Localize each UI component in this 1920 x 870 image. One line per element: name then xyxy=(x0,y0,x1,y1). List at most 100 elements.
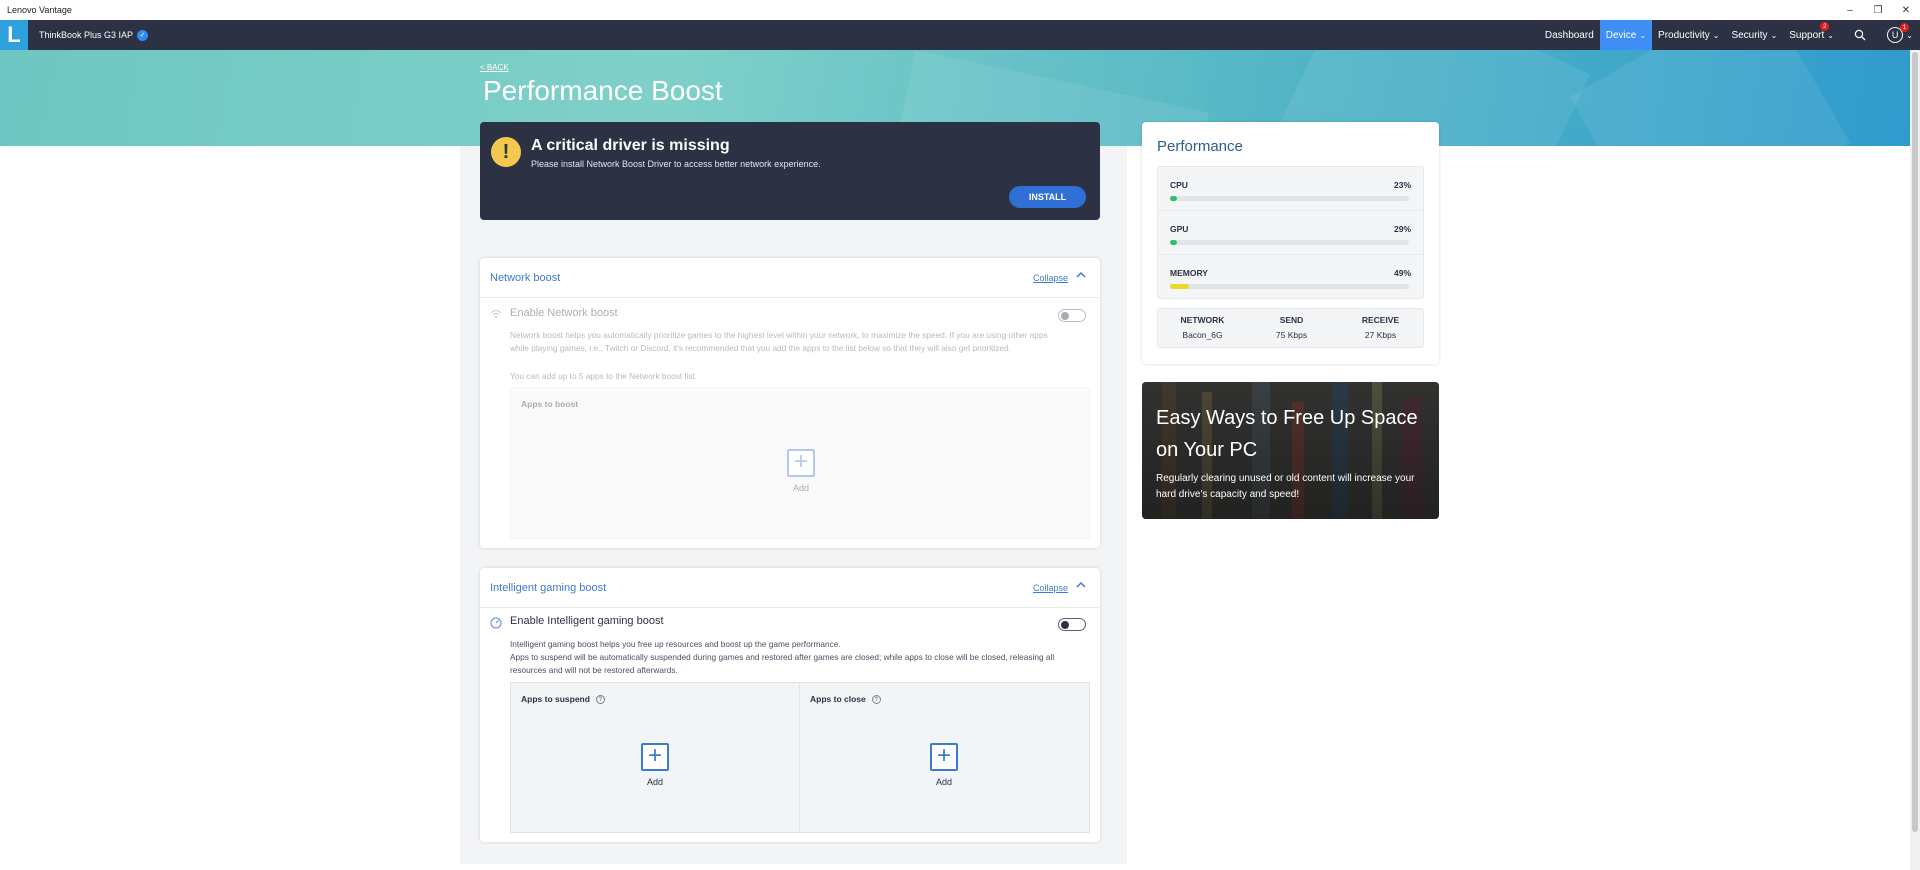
gaming-boost-header: Intelligent gaming boost Collapse xyxy=(480,568,1100,608)
help-icon[interactable]: ? xyxy=(595,695,605,705)
apps-to-close-label: Apps to close? xyxy=(810,694,881,705)
close-icon[interactable]: ✕ xyxy=(1892,0,1920,20)
page-title: Performance Boost xyxy=(483,75,723,106)
apps-to-suspend-label: Apps to suspend? xyxy=(521,694,605,705)
user-badge: 1 xyxy=(1900,23,1909,32)
window-title: Lenovo Vantage xyxy=(7,5,72,15)
critical-description: Please install Network Boost Driver to a… xyxy=(531,159,821,169)
network-boost-toggle[interactable] xyxy=(1058,309,1086,322)
device-name: ThinkBook Plus G3 IAP ✓ xyxy=(39,20,149,50)
chevron-down-icon: ⌄ xyxy=(1712,30,1720,40)
chevron-down-icon: ⌄ xyxy=(1770,30,1778,40)
apps-to-suspend-text: Apps to suspend xyxy=(521,694,590,704)
lenovo-logo[interactable]: L xyxy=(0,20,28,50)
gaming-boost-card: Intelligent gaming boost Collapse Enable… xyxy=(480,568,1100,842)
send-value: 75 Kbps xyxy=(1275,330,1308,340)
nav-item-security[interactable]: Security ⌄ xyxy=(1725,20,1783,50)
network-stats: NETWORK Bacon_6G SEND 75 Kbps RECEIVE 27… xyxy=(1157,308,1424,348)
critical-driver-banner: ! A critical driver is missing Please in… xyxy=(480,122,1100,220)
chevron-down-icon: ⌄ xyxy=(1827,30,1834,40)
receive-value: 27 Kbps xyxy=(1364,330,1397,340)
chevron-down-icon: ⌄ xyxy=(1906,30,1913,40)
network-boost-limit-note: You can add up to 5 apps to the Network … xyxy=(510,371,697,381)
wifi-icon xyxy=(490,309,502,322)
nav-item-device[interactable]: Device ⌄ xyxy=(1599,20,1653,50)
metric-gpu: GPU 29% xyxy=(1158,211,1423,255)
gaming-boost-description: Intelligent gaming boost helps you free … xyxy=(510,639,841,649)
gpu-usage-bar xyxy=(1170,240,1178,245)
cpu-usage-bar xyxy=(1170,196,1178,201)
gaming-boost-description-detail: Apps to suspend will be automatically su… xyxy=(510,652,1055,675)
add-label: Add xyxy=(646,777,663,787)
collapse-link[interactable]: Collapse xyxy=(1033,583,1068,593)
nav-menu: Dashboard Device ⌄ Productivity ⌄ Securi… xyxy=(1539,20,1920,50)
gaming-boost-title: Intelligent gaming boost xyxy=(490,582,607,594)
device-name-label: ThinkBook Plus G3 IAP xyxy=(39,30,134,40)
apps-to-close-text: Apps to close xyxy=(810,694,866,704)
network-heading: NETWORK xyxy=(1180,315,1225,325)
window-controls: – ❐ ✕ xyxy=(1836,0,1920,20)
nav-item-label: Security xyxy=(1731,29,1768,41)
user-menu[interactable]: U 1 ⌄ xyxy=(1880,20,1920,50)
performance-metrics: CPU 23% GPU 29% MEMORY 49% xyxy=(1157,166,1424,299)
network-receive-column: RECEIVE 27 Kbps xyxy=(1336,315,1425,340)
nav-item-label: Dashboard xyxy=(1544,29,1594,41)
add-label: Add xyxy=(935,777,952,787)
chevron-up-icon[interactable] xyxy=(1076,581,1086,592)
network-boost-header: Network boost Collapse xyxy=(480,258,1100,298)
nav-item-label: Support xyxy=(1789,29,1825,41)
scrollbar-thumb[interactable] xyxy=(1912,52,1918,832)
back-link[interactable]: < BACK xyxy=(480,63,509,72)
window-titlebar: Lenovo Vantage – ❐ ✕ xyxy=(0,0,1920,20)
add-close-app-button[interactable]: + xyxy=(930,743,958,771)
critical-title: A critical driver is missing xyxy=(531,137,730,154)
help-icon[interactable]: ? xyxy=(871,695,881,705)
metric-label: CPU xyxy=(1170,180,1188,190)
metric-value: 23% xyxy=(1393,180,1411,190)
network-boost-title: Network boost xyxy=(490,272,561,284)
network-send-column: SEND 75 Kbps xyxy=(1247,315,1336,340)
network-value: Bacon_6G xyxy=(1182,330,1223,340)
nav-item-dashboard[interactable]: Dashboard xyxy=(1539,20,1600,50)
chevron-down-icon: ⌄ xyxy=(1639,30,1647,40)
nav-item-label: Productivity xyxy=(1658,29,1710,41)
gaming-boost-feature-title: Enable Intelligent gaming boost xyxy=(510,615,664,627)
page-scrollbar[interactable] xyxy=(1910,50,1920,870)
memory-usage-bar xyxy=(1170,284,1190,289)
apps-to-boost-label: Apps to boost xyxy=(521,399,579,409)
metric-memory: MEMORY 49% xyxy=(1158,255,1423,299)
send-heading: SEND xyxy=(1279,315,1304,325)
nav-item-label: Device xyxy=(1605,29,1637,41)
network-boost-card: Network boost Collapse Enable Network bo… xyxy=(480,258,1100,548)
collapse-link[interactable]: Collapse xyxy=(1033,273,1068,283)
install-button[interactable]: INSTALL xyxy=(1009,186,1086,208)
search-icon[interactable] xyxy=(1840,20,1880,50)
promo-article-card[interactable]: Easy Ways to Free Up Space on Your PC Re… xyxy=(1142,382,1439,519)
gaming-boost-toggle[interactable] xyxy=(1058,618,1086,631)
metric-track xyxy=(1170,196,1409,201)
warning-icon: ! xyxy=(491,137,521,167)
apps-to-boost-box: Apps to boost + Add xyxy=(510,387,1090,539)
nav-item-productivity[interactable]: Productivity ⌄ xyxy=(1652,20,1725,50)
performance-title: Performance xyxy=(1157,138,1243,155)
network-boost-description: Network boost helps you automatically pr… xyxy=(510,330,1048,353)
metric-cpu: CPU 23% xyxy=(1158,167,1423,211)
apps-to-close-box: Apps to close? + Add xyxy=(799,682,1090,833)
metric-label: MEMORY xyxy=(1170,268,1208,278)
receive-heading: RECEIVE xyxy=(1361,315,1400,325)
promo-description: Regularly clearing unused or old content… xyxy=(1156,473,1415,500)
minimize-icon[interactable]: – xyxy=(1836,0,1864,20)
metric-track xyxy=(1170,284,1409,289)
app-navbar: L ThinkBook Plus G3 IAP ✓ Dashboard Devi… xyxy=(0,20,1920,50)
metric-value: 49% xyxy=(1393,268,1411,278)
add-app-button[interactable]: + xyxy=(787,449,815,477)
nav-item-support[interactable]: Support 2 ⌄ xyxy=(1783,20,1840,50)
gauge-icon xyxy=(490,617,502,632)
metric-value: 29% xyxy=(1393,224,1411,234)
restore-icon[interactable]: ❐ xyxy=(1864,0,1892,20)
metric-track xyxy=(1170,240,1409,245)
chevron-up-icon[interactable] xyxy=(1076,271,1086,282)
verified-icon: ✓ xyxy=(137,29,149,41)
add-label: Add xyxy=(792,483,809,493)
add-suspend-app-button[interactable]: + xyxy=(641,743,669,771)
